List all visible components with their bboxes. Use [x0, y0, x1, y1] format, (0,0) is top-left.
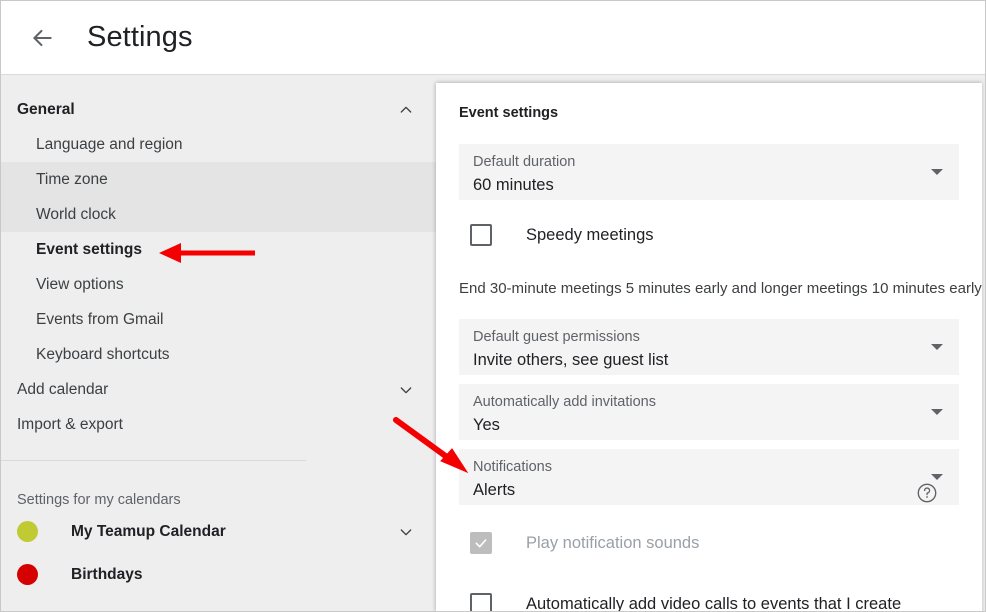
play-notification-sounds-checkbox	[470, 532, 492, 554]
sidebar-item-view-options[interactable]: View options	[1, 267, 436, 302]
default-duration-select[interactable]: Default duration 60 minutes	[459, 144, 959, 200]
sidebar-item-keyboard-shortcuts[interactable]: Keyboard shortcuts	[1, 337, 436, 372]
sidebar-item-time-zone[interactable]: Time zone	[1, 162, 436, 197]
calendar-name: Birthdays	[71, 565, 143, 583]
play-notification-sounds-label: Play notification sounds	[526, 533, 700, 552]
auto-add-invitations-label: Automatically add invitations	[473, 394, 656, 410]
sidebar-item-label: World clock	[36, 205, 116, 223]
page-title: Settings	[87, 21, 193, 53]
auto-add-video-calls-checkbox[interactable]	[470, 593, 492, 611]
calendar-item-birthdays[interactable]: Birthdays	[1, 555, 436, 594]
sidebar-item-world-clock[interactable]: World clock	[1, 197, 436, 232]
calendar-item-my-teamup-calendar[interactable]: My Teamup Calendar	[1, 512, 436, 551]
sidebar-item-label: Language and region	[36, 135, 183, 153]
play-notification-sounds-row: Play notification sounds	[470, 523, 959, 563]
default-duration-value: 60 minutes	[473, 176, 554, 194]
dropdown-triangle-icon	[931, 474, 943, 480]
chevron-down-icon[interactable]	[396, 522, 416, 542]
help-circle-icon[interactable]	[916, 482, 938, 504]
chevron-up-icon	[396, 100, 416, 120]
my-calendars-section-label: Settings for my calendars	[17, 492, 181, 508]
sidebar-item-label: Events from Gmail	[36, 310, 164, 328]
dropdown-triangle-icon	[931, 409, 943, 415]
section-title: Event settings	[459, 105, 559, 121]
default-guest-permissions-label: Default guest permissions	[473, 329, 640, 345]
speedy-meetings-row[interactable]: Speedy meetings	[470, 216, 959, 254]
auto-add-video-calls-row[interactable]: Automatically add video calls to events …	[470, 585, 959, 612]
notifications-select[interactable]: Notifications Alerts	[459, 449, 959, 505]
speedy-meetings-label: Speedy meetings	[526, 225, 654, 244]
dropdown-triangle-icon	[931, 169, 943, 175]
sidebar-item-label: Time zone	[36, 170, 108, 188]
speedy-meetings-note: End 30-minute meetings 5 minutes early a…	[459, 280, 982, 297]
sidebar-item-label: Keyboard shortcuts	[36, 345, 170, 363]
event-settings-panel: Event settings Default duration 60 minut…	[436, 83, 982, 612]
settings-window: Settings General Language and region Tim…	[0, 0, 986, 612]
notifications-label: Notifications	[473, 459, 552, 475]
calendar-name: My Teamup Calendar	[71, 522, 226, 540]
sidebar-item-label: Add calendar	[17, 380, 109, 398]
sidebar-item-label: Import & export	[17, 415, 123, 433]
chevron-down-icon	[396, 380, 416, 400]
sidebar-item-import-export[interactable]: Import & export	[1, 407, 436, 442]
sidebar-item-language-and-region[interactable]: Language and region	[1, 127, 436, 162]
notifications-value: Alerts	[473, 481, 516, 499]
sidebar-item-events-from-gmail[interactable]: Events from Gmail	[1, 302, 436, 337]
calendar-color-dot	[17, 564, 38, 585]
default-guest-permissions-select[interactable]: Default guest permissions Invite others,…	[459, 319, 959, 375]
dropdown-triangle-icon	[931, 344, 943, 350]
back-arrow-icon	[29, 25, 55, 51]
sidebar-divider	[1, 460, 306, 461]
sidebar-item-event-settings[interactable]: Event settings	[1, 232, 436, 267]
sidebar-item-label: Event settings	[36, 240, 142, 258]
auto-add-invitations-select[interactable]: Automatically add invitations Yes	[459, 384, 959, 440]
default-guest-permissions-value: Invite others, see guest list	[473, 351, 669, 369]
sidebar-group-general-label: General	[17, 101, 75, 118]
auto-add-video-calls-label: Automatically add video calls to events …	[526, 594, 902, 612]
sidebar-item-add-calendar[interactable]: Add calendar	[1, 372, 436, 407]
back-button[interactable]	[18, 14, 66, 62]
calendar-color-dot	[17, 521, 38, 542]
speedy-meetings-checkbox[interactable]	[470, 224, 492, 246]
sidebar-group-general[interactable]: General	[1, 93, 436, 127]
auto-add-invitations-value: Yes	[473, 416, 500, 434]
auto-add-invitations-row: Automatically add invitations Yes	[459, 384, 959, 440]
app-header: Settings	[1, 1, 985, 75]
settings-sidebar: General Language and region Time zone Wo…	[1, 76, 436, 611]
default-duration-label: Default duration	[473, 154, 576, 170]
sidebar-item-label: View options	[36, 275, 124, 293]
